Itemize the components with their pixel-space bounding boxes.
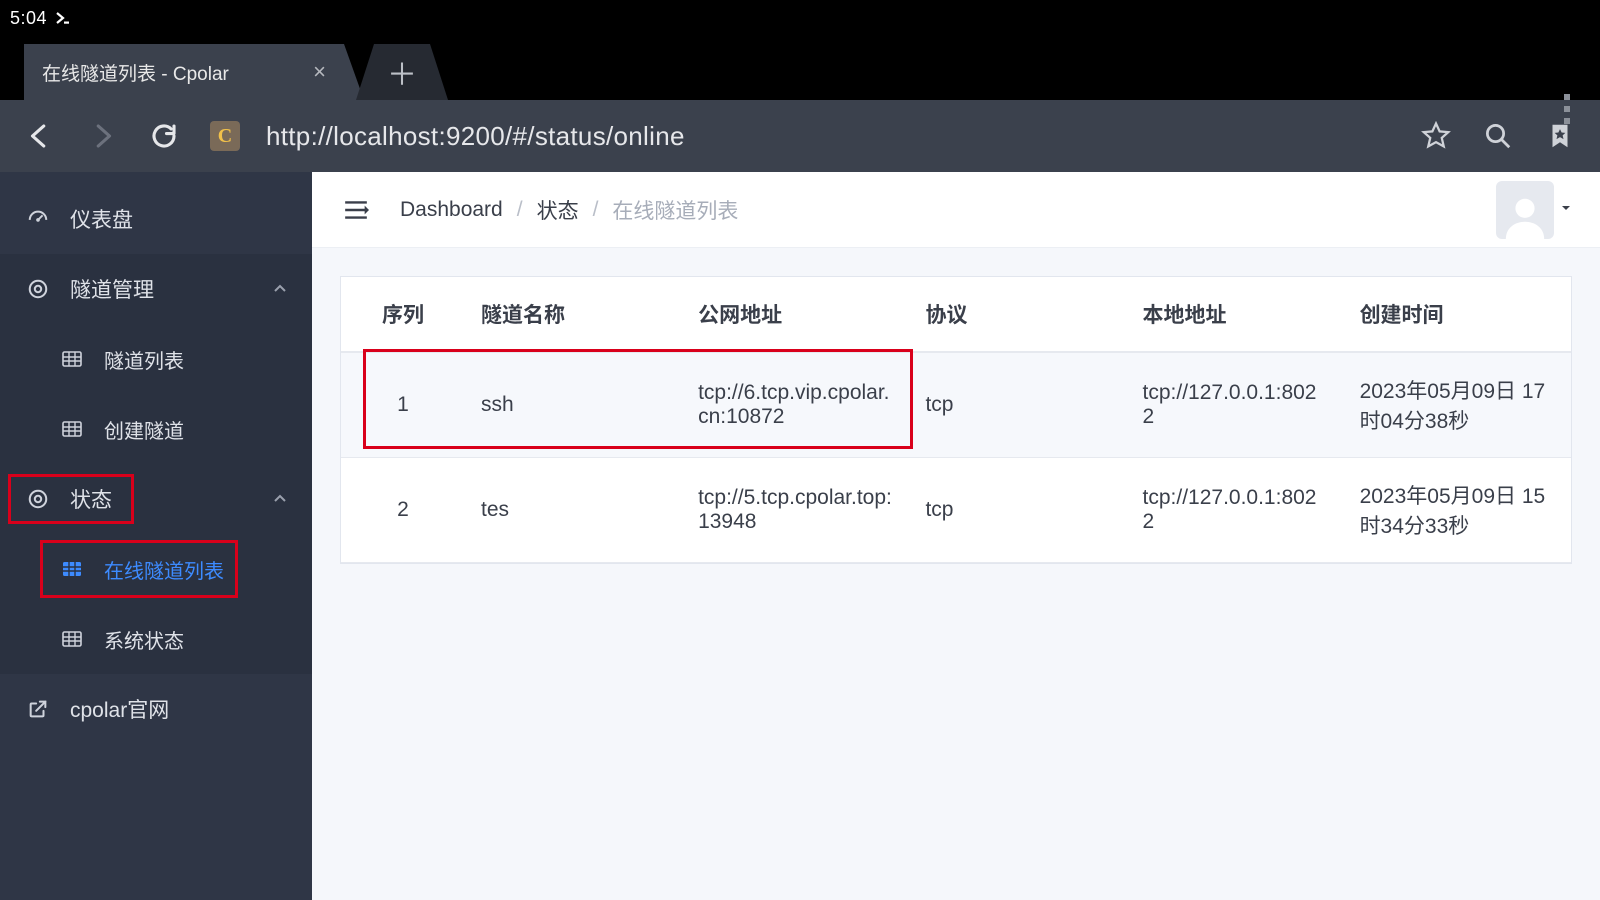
cell-public: tcp://6.tcp.vip.cpolar.cn:10872: [682, 352, 909, 458]
sidebar-subitem-online-tunnel-list[interactable]: 在线隧道列表: [0, 534, 312, 604]
lifebuoy-icon: [24, 488, 52, 510]
cell-local: tcp://127.0.0.1:8022: [1127, 458, 1344, 563]
breadcrumb: Dashboard / 状态 / 在线隧道列表: [400, 195, 738, 225]
clock-time: 5:04: [10, 8, 47, 29]
avatar[interactable]: [1496, 181, 1554, 239]
external-link-icon: [24, 698, 52, 720]
browser-toolbar: C http://localhost:9200/#/status/online: [0, 100, 1600, 172]
tab-title: 在线隧道列表 - Cpolar: [42, 59, 303, 86]
sidebar-item-cpolar-site[interactable]: cpolar官网: [0, 674, 312, 744]
terminal-prompt-icon: [55, 10, 71, 26]
plus-icon: ＋: [387, 50, 417, 94]
table-row[interactable]: 2 tes tcp://5.tcp.cpolar.top:13948 tcp t…: [341, 458, 1571, 563]
sidebar-subitem-create-tunnel[interactable]: 创建隧道: [0, 394, 312, 464]
grid-icon: [58, 629, 86, 649]
col-name: 隧道名称: [465, 277, 682, 352]
address-bar[interactable]: http://localhost:9200/#/status/online: [258, 121, 1396, 152]
back-button[interactable]: [18, 114, 62, 158]
cell-created: 2023年05月09日 17时04分38秒: [1344, 352, 1571, 458]
lifebuoy-icon: [24, 278, 52, 300]
sidebar-item-label: 隧道列表: [104, 345, 184, 374]
col-seq: 序列: [341, 277, 465, 352]
page: 仪表盘 隧道管理 隧道列表 创建隧: [0, 172, 1600, 900]
cell-seq: 2: [341, 458, 465, 563]
cell-seq: 1: [341, 352, 465, 458]
sidebar: 仪表盘 隧道管理 隧道列表 创建隧: [0, 172, 312, 900]
browser-menu-icon[interactable]: [1564, 94, 1570, 124]
breadcrumb-link-status[interactable]: 状态: [537, 195, 579, 225]
col-created: 创建时间: [1344, 277, 1571, 352]
search-icon[interactable]: [1476, 114, 1520, 158]
caret-down-icon[interactable]: [1560, 201, 1572, 219]
site-favicon: C: [210, 121, 240, 151]
reload-button[interactable]: [142, 114, 186, 158]
grid-icon: [58, 419, 86, 439]
sidebar-item-label: cpolar官网: [70, 694, 169, 724]
breadcrumb-link-dashboard[interactable]: Dashboard: [400, 198, 503, 222]
grid-icon: [58, 349, 86, 369]
drawer-toggle-icon[interactable]: [340, 194, 372, 226]
breadcrumb-current: 在线隧道列表: [612, 195, 738, 225]
grid-icon: [58, 559, 86, 579]
content-area: Dashboard / 状态 / 在线隧道列表: [312, 172, 1600, 900]
sidebar-item-label: 在线隧道列表: [104, 555, 224, 584]
content-topbar: Dashboard / 状态 / 在线隧道列表: [312, 172, 1600, 248]
breadcrumb-separator: /: [593, 198, 599, 222]
bookmarks-icon[interactable]: [1538, 114, 1582, 158]
tunnel-table: 序列 隧道名称 公网地址 协议 本地地址 创建时间 1 ssh tcp://6.: [341, 277, 1571, 563]
sidebar-item-status[interactable]: 状态: [0, 464, 312, 534]
cell-public: tcp://5.tcp.cpolar.top:13948: [682, 458, 909, 563]
col-public: 公网地址: [682, 277, 909, 352]
chevron-up-icon: [272, 281, 288, 297]
star-bookmark-icon[interactable]: [1414, 114, 1458, 158]
cell-proto: tcp: [909, 352, 1126, 458]
cell-proto: tcp: [909, 458, 1126, 563]
forward-button[interactable]: [80, 114, 124, 158]
sidebar-item-tunnel-mgmt[interactable]: 隧道管理: [0, 254, 312, 324]
sidebar-item-label: 仪表盘: [70, 204, 133, 234]
gauge-icon: [24, 208, 52, 230]
breadcrumb-separator: /: [517, 198, 523, 222]
table-card: 序列 隧道名称 公网地址 协议 本地地址 创建时间 1 ssh tcp://6.: [340, 276, 1572, 564]
new-tab-button[interactable]: ＋: [374, 44, 430, 100]
browser-tab[interactable]: 在线隧道列表 - Cpolar ×: [24, 44, 344, 100]
cell-local: tcp://127.0.0.1:8022: [1127, 352, 1344, 458]
col-proto: 协议: [909, 277, 1126, 352]
sidebar-subitem-tunnel-list[interactable]: 隧道列表: [0, 324, 312, 394]
chevron-up-icon: [272, 491, 288, 507]
close-tab-icon[interactable]: ×: [313, 61, 326, 83]
sidebar-item-label: 创建隧道: [104, 415, 184, 444]
sidebar-item-label: 系统状态: [104, 625, 184, 654]
cell-created: 2023年05月09日 15时34分33秒: [1344, 458, 1571, 563]
table-row[interactable]: 1 ssh tcp://6.tcp.vip.cpolar.cn:10872 tc…: [341, 352, 1571, 458]
sidebar-item-dashboard[interactable]: 仪表盘: [0, 184, 312, 254]
os-status-bar: 5:04: [0, 0, 1600, 36]
col-local: 本地地址: [1127, 277, 1344, 352]
cell-name: ssh: [465, 352, 682, 458]
sidebar-subitem-system-status[interactable]: 系统状态: [0, 604, 312, 674]
sidebar-item-label: 隧道管理: [70, 274, 154, 304]
browser-chrome: 在线隧道列表 - Cpolar × ＋ C http://localhost:9…: [0, 36, 1600, 172]
tab-strip: 在线隧道列表 - Cpolar × ＋: [0, 36, 1600, 100]
table-header-row: 序列 隧道名称 公网地址 协议 本地地址 创建时间: [341, 277, 1571, 352]
cell-name: tes: [465, 458, 682, 563]
sidebar-item-label: 状态: [70, 484, 112, 514]
